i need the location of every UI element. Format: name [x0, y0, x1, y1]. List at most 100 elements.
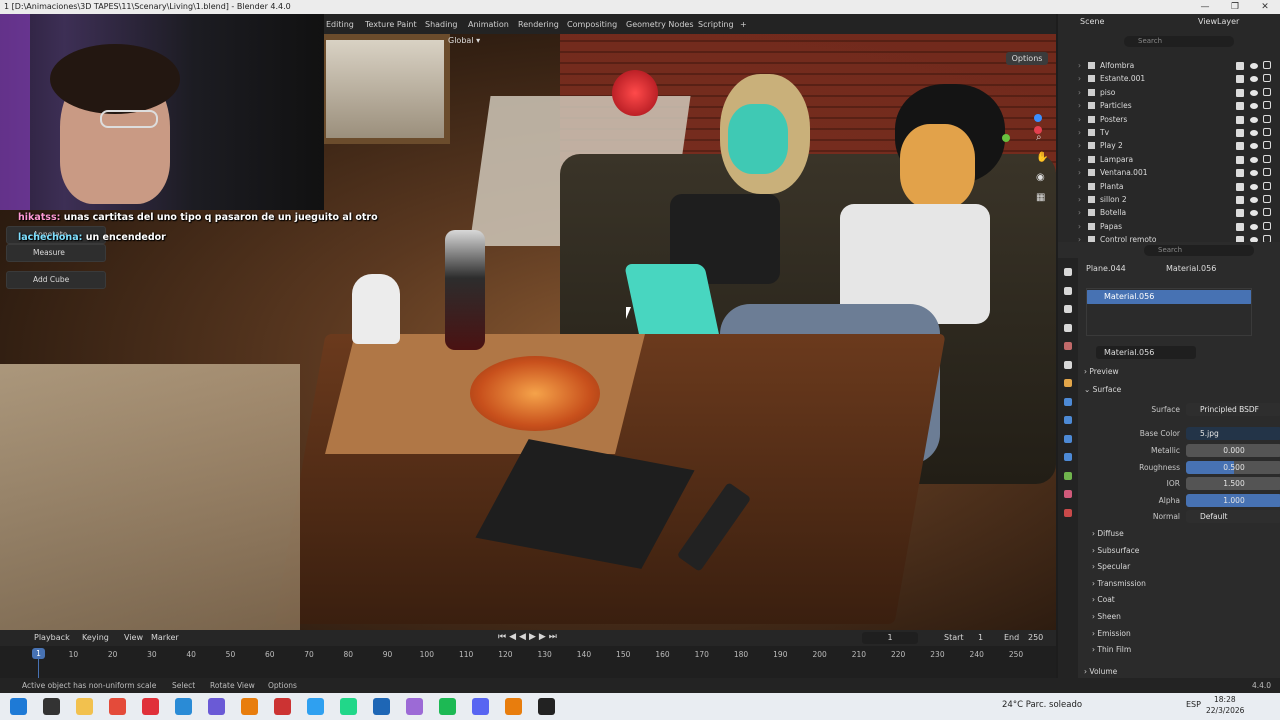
- subpanel-sheen[interactable]: › Sheen: [1092, 609, 1121, 625]
- visibility-eye-icon[interactable]: [1250, 130, 1258, 136]
- exclude-checkbox-icon[interactable]: [1236, 155, 1244, 164]
- grid-view-icon[interactable]: ▦: [1036, 192, 1048, 204]
- expand-icon[interactable]: ›: [1078, 86, 1081, 99]
- playback-controls[interactable]: ⏮◀◀▶▶⏭: [498, 632, 560, 642]
- clock-date[interactable]: 22/3/2026: [1206, 706, 1244, 715]
- material-datablock[interactable]: Material.056: [1096, 346, 1196, 359]
- marker-menu[interactable]: Marker: [151, 633, 179, 642]
- surface-row[interactable]: Surface Principled BSDF: [1086, 402, 1280, 418]
- outliner-search-input[interactable]: Search: [1124, 36, 1234, 47]
- end-field[interactable]: 250: [1028, 633, 1043, 642]
- base-color-row[interactable]: Base Color 5.jpg: [1086, 426, 1280, 442]
- visibility-eye-icon[interactable]: [1250, 89, 1258, 96]
- outliner-row[interactable]: › sillon 2: [1058, 193, 1280, 206]
- expand-icon[interactable]: ›: [1078, 166, 1081, 179]
- modifier-tab-icon[interactable]: [1064, 397, 1072, 406]
- view-menu[interactable]: View: [124, 633, 143, 642]
- outliner-row[interactable]: › Papas: [1058, 220, 1280, 233]
- property-row-ior[interactable]: IOR 1.500: [1086, 476, 1280, 492]
- exclude-checkbox-icon[interactable]: [1236, 182, 1244, 191]
- playback-menu[interactable]: Playback: [34, 633, 70, 642]
- expand-icon[interactable]: ›: [1078, 126, 1081, 139]
- chrome-icon[interactable]: [109, 698, 126, 715]
- render-camera-icon[interactable]: [1263, 87, 1271, 96]
- tool-tab-icon[interactable]: [1064, 268, 1072, 276]
- property-row-metallic[interactable]: Metallic 0.000: [1086, 443, 1280, 459]
- tab-rendering[interactable]: Rendering: [518, 14, 559, 34]
- subpanel-coat[interactable]: › Coat: [1092, 592, 1115, 608]
- render-camera-icon[interactable]: [1263, 101, 1271, 110]
- exclude-checkbox-icon[interactable]: [1236, 169, 1244, 178]
- tab-editing[interactable]: Editing: [326, 14, 354, 34]
- playhead[interactable]: 1: [32, 648, 45, 659]
- render-camera-icon[interactable]: [1263, 114, 1271, 123]
- measure-tool[interactable]: Measure: [6, 244, 106, 262]
- obs-icon[interactable]: [274, 698, 291, 715]
- expand-icon[interactable]: ›: [1078, 206, 1081, 219]
- tab-shading[interactable]: Shading: [425, 14, 458, 34]
- expand-icon[interactable]: ›: [1078, 72, 1081, 85]
- subpanel-thin-film[interactable]: › Thin Film: [1092, 642, 1131, 658]
- render-camera-icon[interactable]: [1263, 195, 1271, 203]
- weather-widget[interactable]: 24°C Parc. soleado: [1002, 700, 1082, 710]
- orientation-dropdown[interactable]: Global ▾: [448, 36, 480, 45]
- timeline[interactable]: 10 20 30 40 50 60 70 80 90 100 110 120 130 140 150 160 1…: [0, 646, 1056, 678]
- tab-animation[interactable]: Animation: [468, 14, 509, 34]
- material-tab-icon[interactable]: [1064, 490, 1072, 498]
- surface-panel[interactable]: ⌄ Surface: [1084, 382, 1121, 398]
- tab-geometry-nodes[interactable]: Geometry Nodes: [626, 14, 693, 34]
- pycharm-icon[interactable]: [340, 698, 357, 715]
- material-slot-list[interactable]: [1086, 288, 1252, 336]
- property-value-slider[interactable]: 0.500: [1186, 460, 1280, 474]
- normal-row[interactable]: Normal Default: [1086, 509, 1280, 525]
- search-icon[interactable]: [43, 698, 60, 715]
- expand-icon[interactable]: ›: [1078, 113, 1081, 126]
- exclude-checkbox-icon[interactable]: [1236, 88, 1244, 97]
- render-camera-icon[interactable]: [1263, 181, 1271, 190]
- language-indicator[interactable]: ESP: [1186, 700, 1201, 709]
- visibility-eye-icon[interactable]: [1250, 143, 1258, 150]
- scene-selector[interactable]: Scene: [1080, 17, 1104, 26]
- minimize-button[interactable]: —: [1190, 0, 1220, 14]
- file-explorer-icon[interactable]: [76, 698, 93, 715]
- visibility-eye-icon[interactable]: [1250, 223, 1258, 230]
- discord-icon[interactable]: [472, 698, 489, 715]
- render-camera-icon[interactable]: [1263, 74, 1271, 83]
- visibility-eye-icon[interactable]: [1250, 170, 1258, 177]
- visibility-eye-icon[interactable]: [1250, 116, 1258, 123]
- expand-icon[interactable]: ›: [1078, 153, 1081, 166]
- exclude-checkbox-icon[interactable]: [1236, 75, 1244, 84]
- render-camera-icon[interactable]: [1263, 154, 1271, 163]
- zoom-icon[interactable]: ⌕: [1036, 132, 1048, 144]
- render-camera-icon[interactable]: [1263, 221, 1271, 230]
- subpanel-emission[interactable]: › Emission: [1092, 626, 1131, 642]
- view-layer-selector[interactable]: ViewLayer: [1198, 17, 1239, 26]
- opera-icon[interactable]: [142, 698, 159, 715]
- close-button[interactable]: ✕: [1250, 0, 1280, 14]
- expand-icon[interactable]: ›: [1078, 59, 1081, 72]
- exclude-checkbox-icon[interactable]: [1236, 196, 1244, 204]
- render-camera-icon[interactable]: [1263, 61, 1271, 69]
- blender-taskbar-icon[interactable]: [241, 698, 258, 715]
- visibility-eye-icon[interactable]: [1250, 197, 1258, 203]
- visibility-eye-icon[interactable]: [1250, 76, 1258, 83]
- gizmo-y-icon[interactable]: [1002, 134, 1010, 142]
- render-camera-icon[interactable]: [1263, 128, 1271, 136]
- windows-start-icon[interactable]: [10, 698, 27, 715]
- outliner-row[interactable]: › Alfombra: [1058, 59, 1280, 72]
- properties-search-input[interactable]: Search: [1144, 245, 1254, 256]
- start-field[interactable]: 1: [978, 633, 983, 642]
- output-tab-icon[interactable]: [1064, 305, 1072, 313]
- expand-icon[interactable]: ›: [1078, 139, 1081, 152]
- visibility-eye-icon[interactable]: [1250, 103, 1258, 110]
- outliner-row[interactable]: › Play 2: [1058, 139, 1280, 152]
- maximize-button[interactable]: ❐: [1220, 0, 1250, 14]
- physics-tab-icon[interactable]: [1064, 434, 1072, 443]
- data-tab-icon[interactable]: [1064, 471, 1072, 480]
- render-camera-icon[interactable]: [1263, 208, 1271, 217]
- particles-tab-icon[interactable]: [1064, 416, 1072, 424]
- expand-icon[interactable]: ›: [1078, 99, 1081, 112]
- expand-icon[interactable]: ›: [1078, 220, 1081, 233]
- exclude-checkbox-icon[interactable]: [1236, 129, 1244, 137]
- constraints-tab-icon[interactable]: [1064, 453, 1072, 461]
